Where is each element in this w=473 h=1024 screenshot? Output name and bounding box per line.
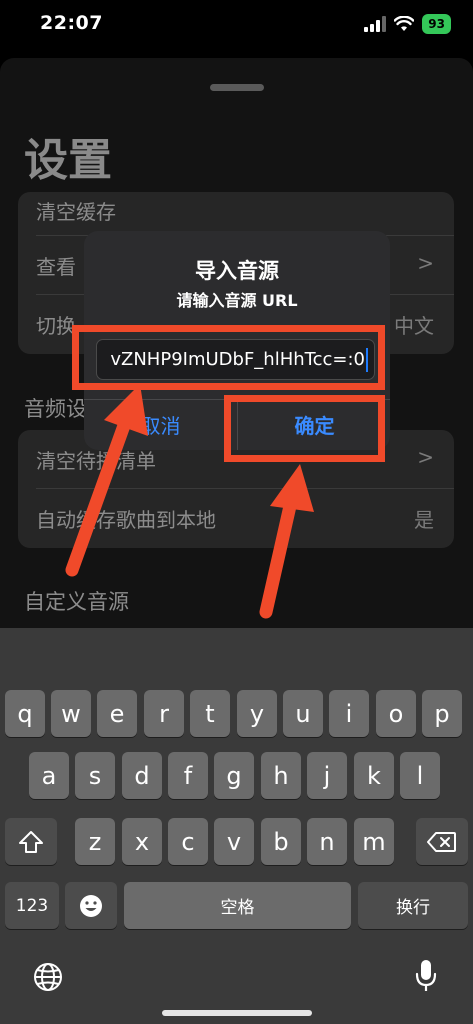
row-label: 查看 <box>36 255 76 279</box>
key-r[interactable]: r <box>144 690 184 737</box>
key-o[interactable]: o <box>376 690 416 737</box>
key-a[interactable]: a <box>29 752 69 799</box>
key-g[interactable]: g <box>214 752 254 799</box>
key-s[interactable]: s <box>75 752 115 799</box>
key-u[interactable]: u <box>283 690 323 737</box>
key-n[interactable]: n <box>307 818 347 865</box>
home-indicator <box>162 1010 312 1016</box>
key-m[interactable]: m <box>354 818 394 865</box>
key-d[interactable]: d <box>122 752 162 799</box>
page-title: 设置 <box>24 135 112 186</box>
status-icons: 93 <box>364 14 451 34</box>
sheet-grabber[interactable] <box>210 84 264 91</box>
section-title-audio: 音频设 <box>24 397 87 421</box>
settings-row-clear-cache[interactable]: 清空缓存 <box>36 192 454 236</box>
wifi-icon <box>394 16 415 31</box>
key-x[interactable]: x <box>122 818 162 865</box>
dialog-message: 请输入音源 URL <box>176 291 298 310</box>
key-v[interactable]: v <box>214 818 254 865</box>
status-time: 22:07 <box>40 12 103 34</box>
battery-icon: 93 <box>422 14 451 34</box>
key-f[interactable]: f <box>168 752 208 799</box>
chevron-right-icon: > <box>417 445 434 469</box>
emoji-key[interactable] <box>65 882 117 929</box>
return-key[interactable]: 换行 <box>358 882 468 929</box>
row-value: 是 <box>414 508 434 532</box>
key-h[interactable]: h <box>261 752 301 799</box>
key-w[interactable]: w <box>51 690 91 737</box>
delete-icon <box>427 831 456 852</box>
section-title-custom-source: 自定义音源 <box>24 590 129 614</box>
chevron-right-icon: > <box>417 251 434 275</box>
signal-icon <box>364 16 387 32</box>
key-i[interactable]: i <box>329 690 369 737</box>
shift-icon <box>19 830 43 853</box>
keyboard: q w e r t y u i o p a s d f g h j k l z … <box>0 628 473 1024</box>
dialog-title: 导入音源 <box>195 259 279 283</box>
key-k[interactable]: k <box>354 752 394 799</box>
row-label: 自动缓存歌曲到本地 <box>36 508 216 532</box>
key-j[interactable]: j <box>307 752 347 799</box>
globe-icon[interactable] <box>33 962 63 992</box>
key-c[interactable]: c <box>168 818 208 865</box>
status-bar: 22:07 93 <box>0 0 473 50</box>
settings-row-auto-cache[interactable]: 自动缓存歌曲到本地 是 <box>36 489 454 548</box>
microphone-icon[interactable] <box>414 958 438 994</box>
delete-key[interactable] <box>416 818 468 865</box>
space-key[interactable]: 空格 <box>124 882 351 929</box>
key-y[interactable]: y <box>237 690 277 737</box>
key-e[interactable]: e <box>97 690 137 737</box>
numbers-key[interactable]: 123 <box>5 882 59 929</box>
key-q[interactable]: q <box>5 690 45 737</box>
shift-key[interactable] <box>5 818 57 865</box>
key-z[interactable]: z <box>75 818 115 865</box>
row-value: 中文 <box>394 314 434 338</box>
key-l[interactable]: l <box>400 752 440 799</box>
key-t[interactable]: t <box>190 690 230 737</box>
key-p[interactable]: p <box>422 690 462 737</box>
highlight-box-input <box>72 325 385 390</box>
row-label: 切换 <box>36 314 76 338</box>
emoji-icon <box>80 894 102 917</box>
highlight-box-confirm <box>224 395 385 462</box>
key-b[interactable]: b <box>261 818 301 865</box>
cancel-button[interactable]: 取消 <box>84 399 237 450</box>
row-label: 清空缓存 <box>36 200 116 224</box>
